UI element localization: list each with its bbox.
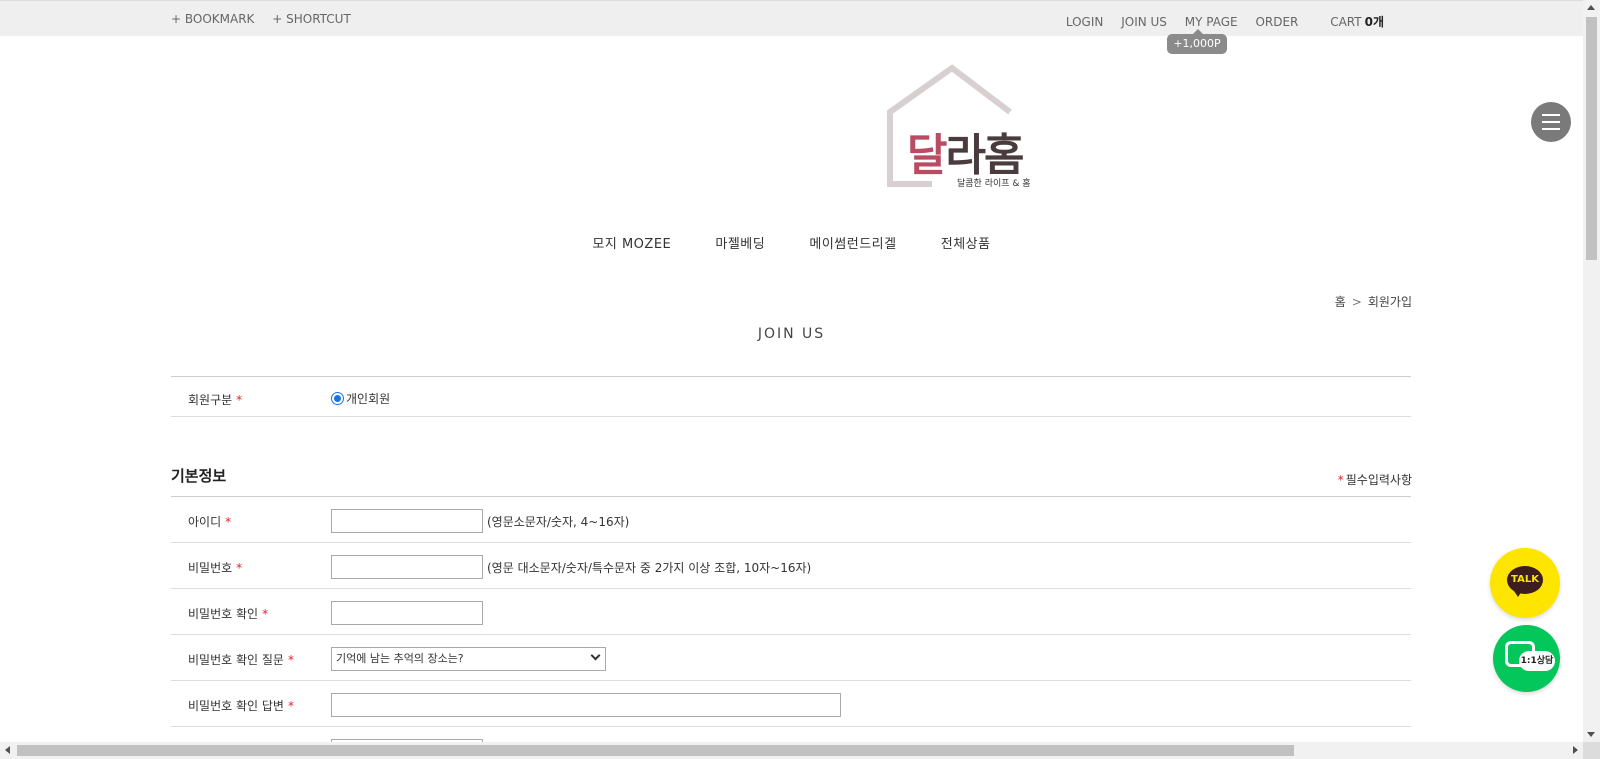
shortcut-link[interactable]: + SHORTCUT [272, 12, 351, 26]
password-label: 비밀번호 * [188, 559, 242, 576]
breadcrumb: 홈 > 회원가입 [1335, 293, 1412, 310]
menu-line [1542, 121, 1560, 123]
form-row-password-question: 비밀번호 확인 질문 * 기억에 남는 추억의 장소는? [171, 635, 1411, 681]
cart-count: 0개 [1364, 15, 1384, 29]
required-star: * [1337, 473, 1344, 487]
password-input[interactable] [331, 555, 483, 579]
breadcrumb-current: 회원가입 [1367, 295, 1412, 309]
personal-member-radio[interactable] [331, 392, 344, 405]
required-star: * [225, 515, 232, 529]
form-row-id: 아이디 * (영문소문자/숫자, 4~16자) [171, 497, 1411, 543]
login-link[interactable]: LOGIN [1066, 15, 1104, 29]
vertical-scroll-thumb[interactable] [1586, 17, 1597, 260]
nav-item-majel[interactable]: 마젤베딩 [715, 233, 765, 252]
hamburger-menu-button[interactable] [1531, 102, 1571, 142]
vertical-scrollbar[interactable] [1583, 0, 1600, 742]
top-bar: + BOOKMARK + SHORTCUT LOGIN JOIN US MY P… [0, 0, 1583, 36]
member-type-row: 회원구분 * 개인회원 [171, 376, 1411, 417]
logo-accent: 달 [907, 130, 948, 181]
password-answer-label: 비밀번호 확인 답변 * [188, 697, 294, 714]
id-field: (영문소문자/숫자, 4~16자) [331, 509, 629, 533]
top-right-links: LOGIN JOIN US MY PAGE ORDER CART 0개 [1052, 13, 1384, 30]
breadcrumb-separator: > [1351, 295, 1362, 309]
required-note-text: 필수입력사항 [1345, 473, 1412, 487]
password-question-label-text: 비밀번호 확인 질문 [188, 653, 284, 667]
cart-link[interactable]: CART 0개 [1316, 15, 1384, 29]
bookmark-link[interactable]: + BOOKMARK [171, 12, 254, 26]
main-nav: 모지 MOZEE 마젤베딩 메이썸런드리겔 전체상품 [0, 233, 1583, 252]
nav-item-all[interactable]: 전체상품 [941, 233, 991, 252]
menu-line [1542, 128, 1560, 130]
breadcrumb-home[interactable]: 홈 [1335, 295, 1346, 309]
logo-text: 달라홈 [907, 119, 1024, 183]
top-left-links: + BOOKMARK + SHORTCUT [171, 12, 365, 26]
member-type-field: 개인회원 [331, 390, 390, 407]
password-field: (영문 대소문자/숫자/특수문자 중 2가지 이상 조합, 10자~16자) [331, 555, 811, 579]
form-row-password: 비밀번호 * (영문 대소문자/숫자/특수문자 중 2가지 이상 조합, 10자~… [171, 543, 1411, 589]
logo-tagline: 달콤한 라이프 & 홈 [957, 179, 1031, 189]
password-question-field: 기억에 남는 추억의 장소는? [331, 647, 606, 671]
password-confirm-field [331, 601, 483, 625]
one-on-one-chat-button[interactable]: 1:1상담 [1493, 625, 1560, 692]
site-logo[interactable]: 달라홈 달콤한 라이프 & 홈 [882, 64, 1042, 194]
password-confirm-label: 비밀번호 확인 * [188, 605, 268, 622]
scroll-left-icon[interactable] [5, 746, 10, 754]
password-hint: (영문 대소문자/숫자/특수문자 중 2가지 이상 조합, 10자~16자) [487, 560, 812, 575]
nav-item-mozee[interactable]: 모지 MOZEE [592, 233, 671, 252]
menu-line [1542, 114, 1560, 116]
password-question-value: 기억에 남는 추억의 장소는? [336, 652, 464, 665]
kakao-talk-button[interactable]: TALK [1490, 548, 1560, 618]
id-hint: (영문소문자/숫자, 4~16자) [487, 514, 630, 529]
required-note: * 필수입력사항 [1338, 471, 1412, 488]
chevron-down-icon [590, 650, 601, 661]
password-question-select[interactable]: 기억에 남는 추억의 장소는? [331, 647, 606, 671]
required-star: * [287, 699, 294, 713]
order-link[interactable]: ORDER [1255, 15, 1298, 29]
member-type-label-text: 회원구분 [188, 393, 233, 407]
personal-member-label[interactable]: 개인회원 [346, 390, 390, 407]
point-badge: +1,000P [1167, 29, 1227, 54]
form-row-password-confirm: 비밀번호 확인 * [171, 589, 1411, 635]
password-answer-field [331, 693, 841, 717]
password-confirm-label-text: 비밀번호 확인 [188, 607, 259, 621]
mypage-link[interactable]: MY PAGE [1185, 15, 1238, 29]
required-star: * [236, 393, 243, 407]
password-question-label: 비밀번호 확인 질문 * [188, 651, 294, 668]
scroll-up-icon[interactable] [1587, 5, 1595, 10]
form-row-password-answer: 비밀번호 확인 답변 * [171, 681, 1411, 727]
password-label-text: 비밀번호 [188, 561, 233, 575]
chat-label: 1:1상담 [1519, 651, 1555, 671]
horizontal-scrollbar[interactable] [0, 742, 1583, 759]
scrollbar-corner [1583, 742, 1600, 759]
talk-bubble-icon: TALK [1507, 566, 1543, 594]
page: + BOOKMARK + SHORTCUT LOGIN JOIN US MY P… [0, 0, 1600, 759]
id-label-text: 아이디 [188, 515, 222, 529]
required-star: * [262, 607, 269, 621]
member-type-label: 회원구분 * [188, 391, 242, 408]
section-title: 기본정보 [171, 467, 227, 485]
page-title: JOIN US [757, 326, 826, 342]
join-link[interactable]: JOIN US [1121, 15, 1167, 29]
talk-bubble-tail [1514, 591, 1522, 597]
password-answer-input[interactable] [331, 693, 841, 717]
id-label: 아이디 * [188, 513, 231, 530]
scroll-down-icon[interactable] [1587, 732, 1595, 737]
logo-rest: 라홈 [945, 130, 1024, 181]
password-answer-label-text: 비밀번호 확인 답변 [188, 699, 284, 713]
horizontal-scroll-thumb[interactable] [17, 745, 1294, 756]
id-input[interactable] [331, 509, 483, 533]
cart-label: CART [1330, 15, 1362, 29]
scroll-right-icon[interactable] [1573, 746, 1578, 754]
nav-item-maysome[interactable]: 메이썸런드리겔 [809, 233, 896, 252]
password-confirm-input[interactable] [331, 601, 483, 625]
basic-info-form: 아이디 * (영문소문자/숫자, 4~16자) 비밀번호 * (영문 대소문자/숫자… [171, 496, 1411, 759]
required-star: * [287, 653, 294, 667]
required-star: * [236, 561, 243, 575]
